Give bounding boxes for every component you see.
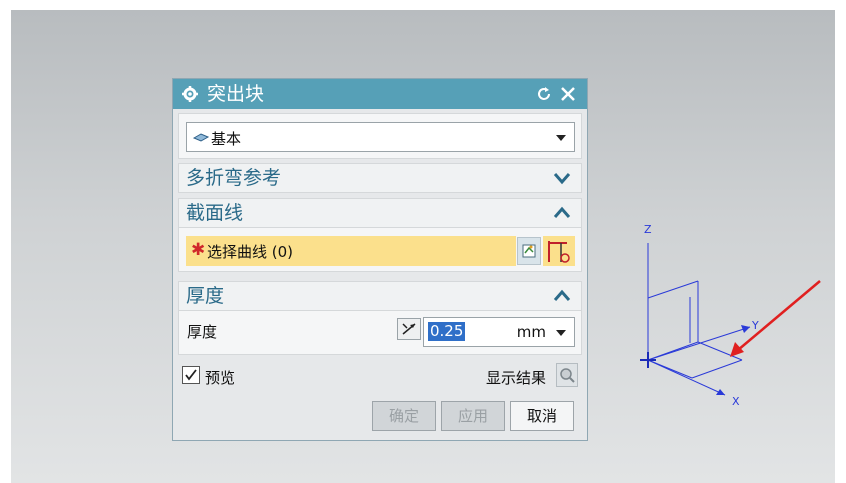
thickness-value[interactable]: 0.25 — [428, 322, 466, 341]
expand-chevron-icon[interactable] — [553, 170, 571, 186]
group-header-multi-bend[interactable]: 多折弯参考 — [178, 163, 582, 193]
group-label: 截面线 — [186, 202, 244, 224]
sketch-icon — [522, 244, 536, 258]
axis-label-x: X — [732, 395, 740, 408]
preview-label: 预览 — [205, 369, 236, 387]
group-header-thickness[interactable]: 厚度 — [178, 281, 582, 311]
axis-label-y: Y — [751, 319, 759, 332]
datum-csys-preview: Z Y X — [640, 223, 821, 408]
required-asterisk-icon: ✱ — [191, 240, 206, 260]
pointer-arrow-icon — [737, 280, 821, 351]
reverse-direction-button[interactable] — [397, 318, 421, 340]
apply-button[interactable]: 应用 — [441, 401, 505, 431]
collapse-chevron-icon[interactable] — [553, 288, 571, 304]
reset-icon[interactable] — [535, 85, 553, 103]
close-icon[interactable] — [559, 85, 577, 103]
group-header-section[interactable]: 截面线 — [178, 198, 582, 228]
cancel-button[interactable]: 取消 — [510, 401, 574, 431]
thickness-unit[interactable]: mm — [517, 323, 546, 341]
group-label: 多折弯参考 — [186, 167, 282, 189]
tab-dialog: 突出块 基本 多折弯参考 截面线 ✱ 选择曲线 (0) 厚度 厚度 0.25 m… — [172, 78, 588, 441]
group-label: 厚度 — [186, 285, 225, 307]
thickness-label: 厚度 — [187, 323, 218, 341]
sketch-section-button[interactable] — [517, 237, 541, 265]
magnifier-icon — [560, 368, 575, 383]
type-select-value: 基本 — [211, 130, 242, 148]
show-result-label: 显示结果 — [486, 369, 547, 387]
thickness-input[interactable]: 0.25 mm — [423, 317, 575, 347]
type-select[interactable]: 基本 — [186, 122, 575, 152]
gear-icon — [182, 86, 198, 102]
block-type-icon — [193, 133, 209, 142]
dialog-title-bar[interactable]: 突出块 — [173, 79, 587, 109]
ok-button[interactable]: 确定 — [372, 401, 436, 431]
axis-label-z: Z — [644, 223, 652, 236]
collapse-chevron-icon[interactable] — [553, 205, 571, 221]
dialog-title: 突出块 — [207, 83, 265, 105]
reverse-direction-icon — [402, 323, 416, 335]
curve-icon — [548, 241, 570, 263]
preview-checkbox[interactable] — [182, 366, 200, 384]
curve-select-button[interactable] — [543, 236, 575, 266]
chevron-down-icon[interactable] — [556, 330, 566, 336]
select-curve-row[interactable]: ✱ 选择曲线 (0) — [186, 236, 516, 266]
select-curve-label: 选择曲线 (0) — [207, 243, 294, 261]
chevron-down-icon — [556, 135, 566, 141]
check-icon — [185, 369, 197, 381]
show-result-button[interactable] — [556, 363, 578, 387]
